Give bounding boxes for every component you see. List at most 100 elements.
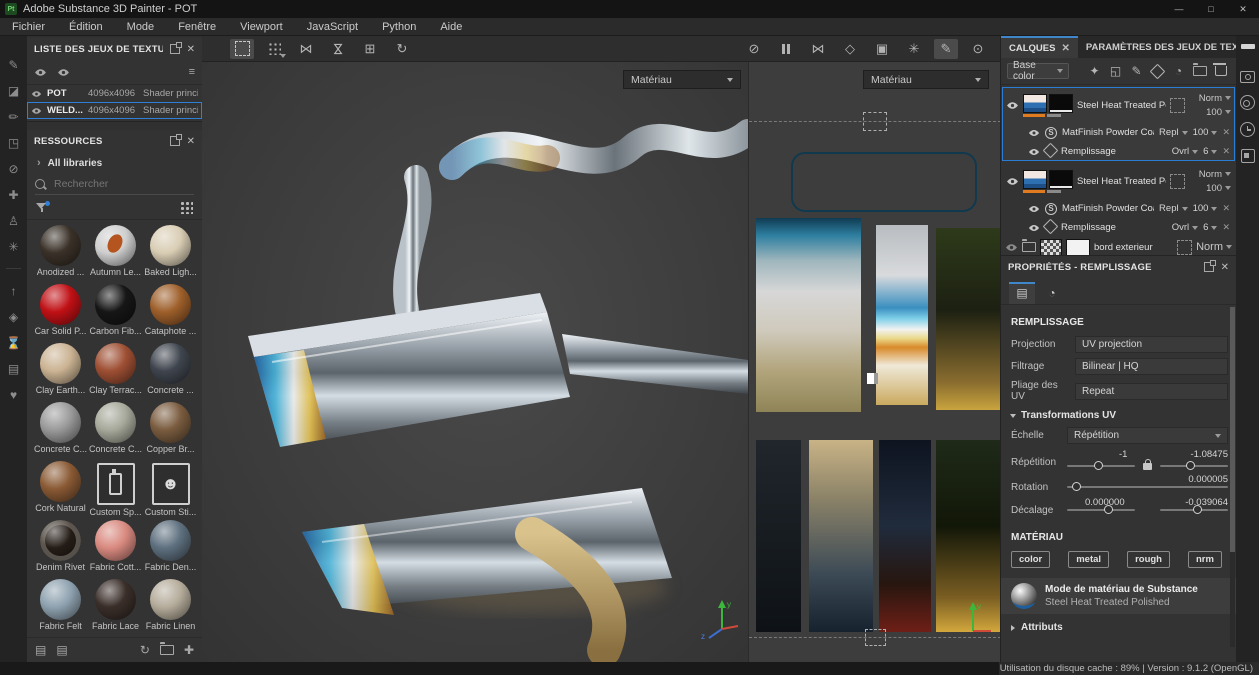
resources-updater-icon[interactable]: ▤: [6, 360, 22, 377]
layer-group[interactable]: Steel Heat Treated Polished Norm 100 S M…: [1002, 87, 1235, 161]
rotation-slider[interactable]: [1067, 486, 1228, 488]
uv-tile-handle[interactable]: [865, 629, 886, 646]
channel-rough[interactable]: rough: [1127, 551, 1170, 568]
assets-icon[interactable]: ◈: [6, 308, 22, 325]
resource-item[interactable]: Copper Br...: [143, 402, 198, 458]
particles-mode-icon[interactable]: ✳: [902, 39, 926, 59]
layer-group-header[interactable]: Steel Heat Treated Polished Norm 100: [1002, 87, 1235, 123]
render-camera-icon[interactable]: [1240, 71, 1255, 83]
bake-icon[interactable]: ⌛: [6, 334, 22, 351]
add-paint-layer-icon[interactable]: ✎: [1127, 62, 1146, 80]
layer-group[interactable]: Steel Heat Treated Polished Norm 100 S M…: [1002, 163, 1235, 237]
resource-item[interactable]: Carbon Fib...: [88, 284, 143, 340]
menu-mode[interactable]: Mode: [115, 21, 167, 33]
tab-calques[interactable]: CALQUES ✕: [1001, 36, 1078, 58]
resource-item[interactable]: Concrete C...: [88, 402, 143, 458]
paint-mode-icon[interactable]: ✎: [934, 39, 958, 59]
material-properties-tab[interactable]: ▤: [1009, 282, 1035, 304]
focus-frame-icon[interactable]: ⊞: [358, 39, 382, 59]
layer-row[interactable]: Remplissage Ovrl 6 ✕: [1002, 142, 1235, 161]
snapshot-icon[interactable]: ⊙: [966, 39, 990, 59]
decalage-x-slider[interactable]: [1067, 509, 1135, 511]
channel-filter-dropdown[interactable]: Base color: [1007, 63, 1069, 79]
echelle-dropdown[interactable]: Répétition: [1067, 427, 1228, 444]
repetition-y-slider[interactable]: [1160, 465, 1228, 467]
refresh-icon[interactable]: ↻: [140, 643, 150, 657]
add-smart-mask-icon[interactable]: ◔: [1169, 62, 1188, 80]
resource-item[interactable]: Clay Terrac...: [88, 343, 143, 399]
close-icon[interactable]: ✕: [187, 44, 195, 55]
opacity-dropdown[interactable]: 6: [1203, 222, 1217, 233]
reset-view-icon[interactable]: ↻: [390, 39, 414, 59]
projection-value[interactable]: UV projection: [1075, 336, 1228, 353]
opacity-dropdown[interactable]: 100: [1193, 203, 1218, 214]
import-folder-icon[interactable]: ▤: [56, 643, 67, 657]
resource-item[interactable]: Clay Earth...: [33, 343, 88, 399]
close-icon[interactable]: ✕: [1227, 0, 1259, 18]
blend-mode-dropdown[interactable]: Norm: [1199, 169, 1231, 180]
resource-item[interactable]: ☻Custom Sti...: [143, 461, 198, 517]
export-icon[interactable]: ↑: [6, 282, 22, 299]
resource-item[interactable]: Fabric Felt: [33, 579, 88, 635]
blend-mode-dropdown[interactable]: Norm: [1196, 241, 1232, 253]
symmetry-x-icon[interactable]: ⋈: [294, 39, 318, 59]
search-input[interactable]: [52, 177, 176, 191]
layer-group-partial[interactable]: bord exterieur Norm: [1001, 239, 1236, 255]
resource-item[interactable]: Car Solid P...: [33, 284, 88, 340]
eye-icon[interactable]: [31, 107, 42, 115]
resource-item[interactable]: Baked Ligh...: [143, 225, 198, 281]
smudge-tool-icon[interactable]: ⊘: [6, 160, 22, 177]
close-icon[interactable]: ✕: [187, 136, 195, 147]
blend-mode-dropdown[interactable]: Repl: [1159, 127, 1188, 138]
eye-icon[interactable]: [1028, 205, 1040, 213]
layer-mask[interactable]: [1170, 98, 1185, 113]
close-icon[interactable]: ✕: [1221, 262, 1229, 273]
pliage-value[interactable]: Repeat: [1075, 383, 1228, 400]
close-icon[interactable]: ✕: [1061, 43, 1069, 54]
opacity-dropdown[interactable]: 6: [1203, 146, 1217, 157]
folder-icon[interactable]: [160, 645, 174, 655]
remove-layer-icon[interactable]: ✕: [1222, 127, 1230, 138]
remove-layer-icon[interactable]: ✕: [1222, 146, 1230, 157]
import-resources-icon[interactable]: ▤: [35, 643, 46, 657]
blend-mode-dropdown[interactable]: Ovrl: [1172, 222, 1198, 233]
resource-item[interactable]: Fabric Cott...: [88, 520, 143, 576]
layer-group-header[interactable]: Steel Heat Treated Polished Norm 100: [1002, 163, 1235, 199]
opacity-dropdown[interactable]: 100: [1193, 127, 1218, 138]
library-selector[interactable]: › All libraries: [27, 152, 202, 174]
eye-icon[interactable]: [1006, 177, 1019, 186]
resource-item[interactable]: Custom Sp...: [88, 461, 143, 517]
symmetry-settings-icon[interactable]: ⋈: [806, 39, 830, 59]
polygon-fill-tool-icon[interactable]: ◳: [6, 134, 22, 151]
add-fill-layer-icon[interactable]: [1148, 62, 1167, 80]
channel-nrm[interactable]: nrm: [1188, 551, 1222, 568]
filter-icon[interactable]: [36, 202, 47, 212]
resource-item[interactable]: Denim Rivet: [33, 520, 88, 576]
blend-mode-dropdown[interactable]: Ovrl: [1172, 146, 1198, 157]
smart-material-icon[interactable]: ✦: [1085, 62, 1104, 80]
viewport-3d[interactable]: Matériau z y: [202, 62, 748, 662]
menu-javascript[interactable]: JavaScript: [295, 21, 370, 33]
particles-tool-icon[interactable]: ✳: [6, 238, 22, 255]
remove-layer-icon[interactable]: ✕: [1222, 203, 1230, 214]
uv-tile-handle[interactable]: [863, 112, 887, 131]
add-resource-icon[interactable]: ✚: [184, 643, 194, 657]
opacity-dropdown[interactable]: 100: [1206, 183, 1231, 194]
popout-icon[interactable]: [170, 44, 180, 54]
panel-drag-handle[interactable]: [1241, 44, 1255, 49]
paint-tool-icon[interactable]: ✎: [6, 56, 22, 73]
layer-row[interactable]: Remplissage Ovrl 6 ✕: [1002, 218, 1235, 237]
blend-mode-dropdown[interactable]: Repl: [1159, 203, 1188, 214]
eraser-tool-icon[interactable]: ◪: [6, 82, 22, 99]
resource-item[interactable]: Autumn Le...: [88, 225, 143, 281]
layer-mask[interactable]: [1177, 240, 1192, 255]
popout-icon[interactable]: [1204, 262, 1214, 272]
decalage-y-slider[interactable]: [1160, 509, 1228, 511]
menu-aide[interactable]: Aide: [428, 21, 474, 33]
resource-item[interactable]: Anodized ...: [33, 225, 88, 281]
filter-list-icon[interactable]: ≡: [189, 66, 195, 78]
popout-icon[interactable]: [170, 136, 180, 146]
eye-icon[interactable]: [31, 90, 42, 98]
shelf-icon[interactable]: [1241, 149, 1255, 163]
texture-set-row-selected[interactable]: WELD... 4096x4096 Shader princi...: [27, 102, 202, 119]
